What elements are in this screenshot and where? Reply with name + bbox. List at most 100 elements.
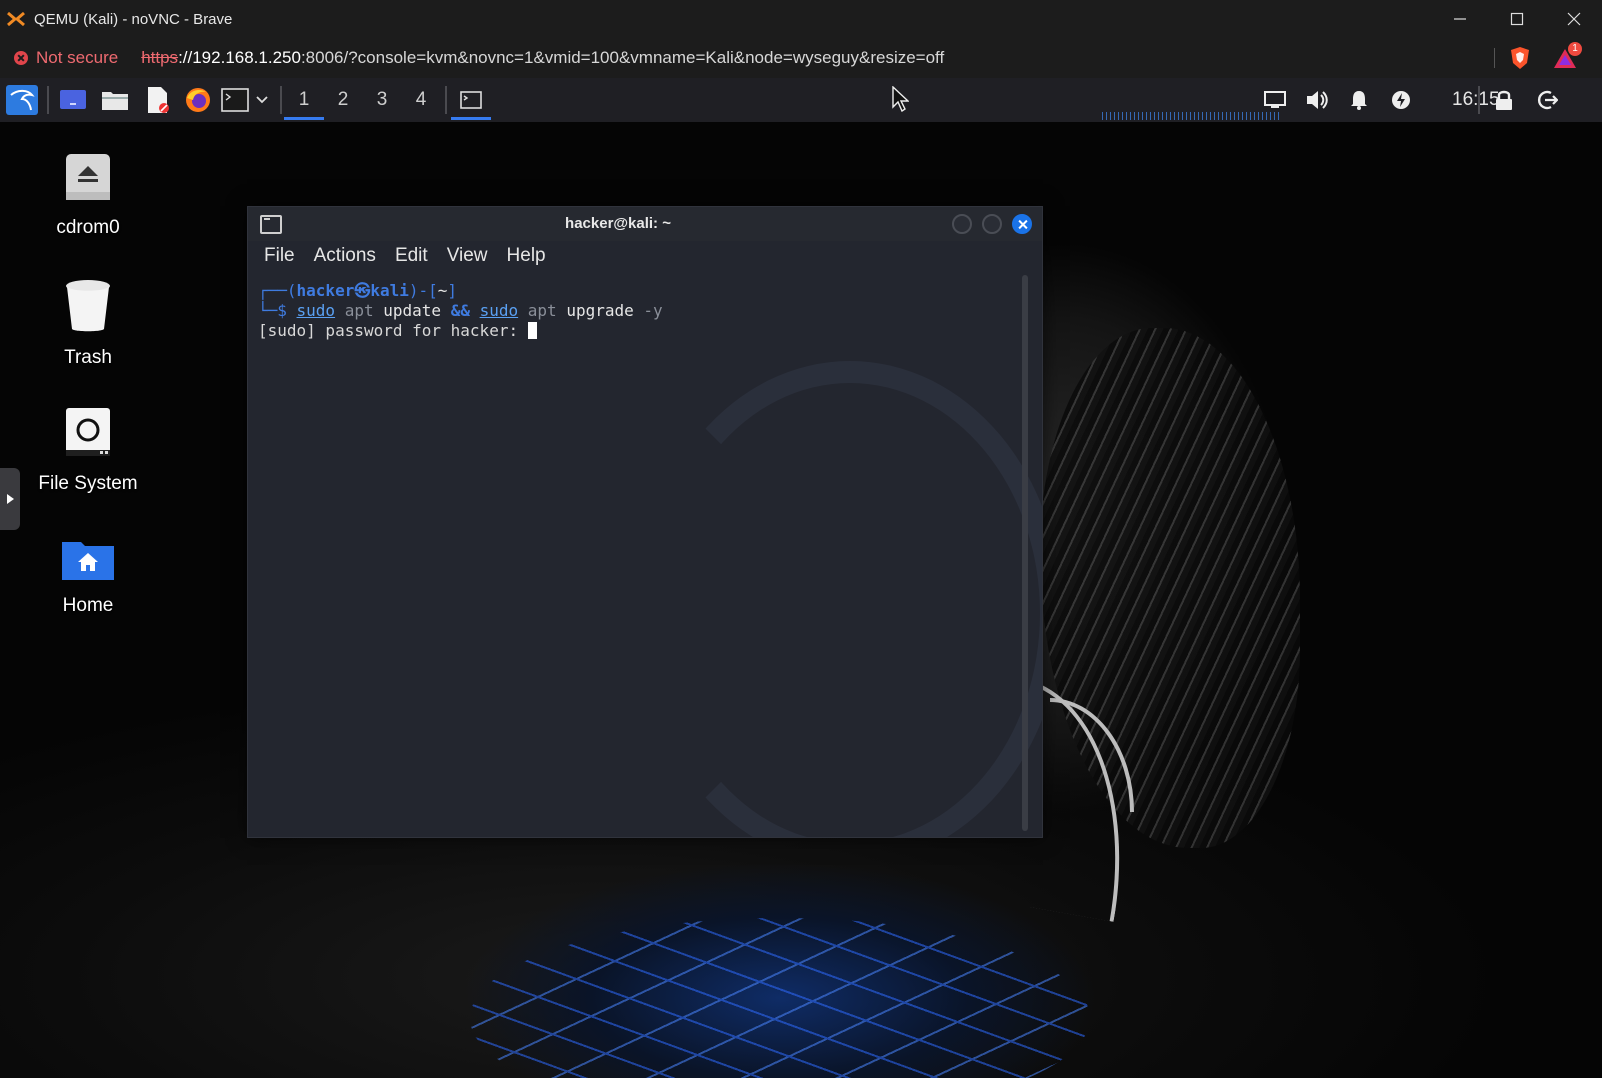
toolbar-divider: [1494, 48, 1495, 68]
close-icon: [1567, 12, 1580, 26]
terminal-window: hacker@kali: ~ File Actions Edit View He…: [247, 206, 1043, 838]
lock-screen-button[interactable]: [1491, 84, 1517, 116]
minimize-icon: [1453, 18, 1466, 20]
display-button[interactable]: [1262, 84, 1288, 116]
kali-menu-button[interactable]: [5, 84, 39, 116]
kali-dragon-icon: [6, 85, 38, 115]
desktop-icon-trash[interactable]: Trash: [13, 278, 163, 369]
menu-edit[interactable]: Edit: [395, 245, 428, 267]
terminal-icon: [460, 91, 482, 109]
maximize-icon: [1510, 12, 1523, 26]
close-window-button[interactable]: [1545, 0, 1602, 38]
terminal-icon: [221, 88, 249, 112]
brave-rewards-button[interactable]: 1: [1552, 42, 1582, 70]
terminal-close-button[interactable]: [1012, 214, 1032, 234]
terminal-launcher-button[interactable]: [220, 84, 250, 116]
address-bar: Not secure https://192.168.1.250:8006/?c…: [0, 38, 1602, 78]
xfce-top-panel: 1 2 3 4 16:15: [0, 78, 1602, 122]
folder-icon: [102, 92, 128, 110]
notifications-button[interactable]: [1346, 84, 1372, 116]
logout-icon: [1538, 90, 1558, 110]
firefox-button[interactable]: [183, 84, 213, 116]
panel-divider: [445, 86, 447, 114]
desktop-icon-cdrom0[interactable]: cdrom0: [13, 152, 163, 239]
cmd-token: apt: [344, 301, 374, 320]
menu-view[interactable]: View: [447, 245, 488, 267]
menu-help[interactable]: Help: [507, 245, 546, 267]
menu-actions[interactable]: Actions: [314, 245, 376, 267]
cmd-token: apt: [527, 301, 557, 320]
display-icon: [1264, 91, 1286, 108]
show-desktop-button[interactable]: [58, 84, 88, 116]
workspace-2[interactable]: 2: [323, 78, 363, 122]
prompt-bracket-end: ]: [447, 281, 458, 300]
text-editor-icon: [148, 87, 169, 113]
taskbar-terminal-window[interactable]: [451, 78, 491, 122]
novnc-logo-icon: [7, 11, 25, 27]
workspace-3[interactable]: 3: [362, 78, 402, 122]
prompt-bracket: )-[: [408, 281, 438, 300]
url-host: ://192.168.1.250: [178, 48, 301, 67]
prompt-dir: ~: [437, 281, 448, 300]
panel-divider: [47, 86, 49, 114]
terminal-title: hacker@kali: ~: [565, 215, 671, 232]
wallpaper-water: [470, 918, 1090, 1078]
terminal-minimize-button[interactable]: [952, 214, 972, 234]
firefox-icon: [186, 88, 210, 112]
prompt-dollar: └─$: [258, 301, 297, 320]
workspace-1[interactable]: 1: [284, 78, 324, 122]
rewards-badge: 1: [1568, 42, 1582, 56]
workspace-4[interactable]: 4: [401, 78, 441, 122]
desktop-icon-label: cdrom0: [56, 217, 120, 238]
maximize-button[interactable]: [1488, 0, 1545, 38]
terminal-titlebar[interactable]: hacker@kali: ~: [248, 207, 1042, 241]
panel-divider: [1478, 86, 1480, 114]
power-status-icon: [1392, 91, 1410, 109]
brave-shields-icon[interactable]: [1509, 46, 1531, 70]
cmd-token: sudo: [296, 301, 336, 320]
desktop-icon-label: File System: [38, 473, 138, 494]
terminal-maximize-button[interactable]: [982, 214, 1002, 234]
cmd-operator: &&: [450, 301, 470, 320]
home-folder-icon: [62, 542, 114, 580]
desktop-icon-file-system[interactable]: File System: [13, 406, 163, 495]
prompt-host: kali: [370, 281, 409, 300]
drive-icon: [66, 408, 110, 456]
text-editor-button[interactable]: [143, 84, 173, 116]
launcher-dropdown-button[interactable]: [254, 84, 270, 116]
security-indicator[interactable]: Not secure: [36, 48, 118, 68]
panel-divider: [280, 86, 282, 114]
sudo-prompt-text: [sudo] password for hacker:: [258, 321, 528, 340]
power-manager-button[interactable]: [1388, 84, 1414, 116]
logout-button[interactable]: [1534, 84, 1560, 116]
cmd-token: sudo: [479, 301, 519, 320]
text-cursor: [527, 322, 537, 339]
command-line: └─$ sudo apt update && sudo apt upgrade …: [258, 301, 1010, 321]
desktop-icon: [60, 90, 86, 109]
menu-file[interactable]: File: [264, 245, 295, 267]
terminal-output[interactable]: ┌──(hacker㉿kali)-[~] └─$ sudo apt update…: [248, 271, 1042, 837]
minimize-button[interactable]: [1431, 0, 1488, 38]
desktop-icon-home[interactable]: Home: [13, 538, 163, 617]
novnc-sidebar-handle[interactable]: [0, 468, 20, 530]
file-manager-button[interactable]: [100, 84, 130, 116]
volume-button[interactable]: [1304, 84, 1330, 116]
prompt-at: ㉿: [354, 281, 371, 300]
chevron-down-icon: [256, 96, 268, 104]
eject-icon: [66, 154, 110, 200]
prompt-open: ┌──(: [258, 281, 297, 300]
vm-desktop: 1 2 3 4 16:15 cdrom0 Trash File System H…: [0, 78, 1602, 1078]
volume-icon: [1307, 91, 1328, 109]
mouse-pointer-icon: [892, 86, 909, 112]
url-field[interactable]: https://192.168.1.250:8006/?console=kvm&…: [141, 48, 944, 68]
browser-titlebar: QEMU (Kali) - noVNC - Brave: [0, 0, 1602, 38]
cpu-graph: [1102, 112, 1280, 120]
url-scheme: https: [141, 48, 179, 67]
kali-watermark: [638, 361, 1042, 837]
not-secure-icon: [14, 51, 28, 65]
bell-icon: [1351, 91, 1367, 110]
terminal-scrollbar[interactable]: [1022, 275, 1028, 831]
window-title: QEMU (Kali) - noVNC - Brave: [34, 10, 233, 28]
sudo-password-prompt: [sudo] password for hacker:: [258, 321, 1010, 341]
desktop-icon-label: Home: [62, 595, 114, 616]
